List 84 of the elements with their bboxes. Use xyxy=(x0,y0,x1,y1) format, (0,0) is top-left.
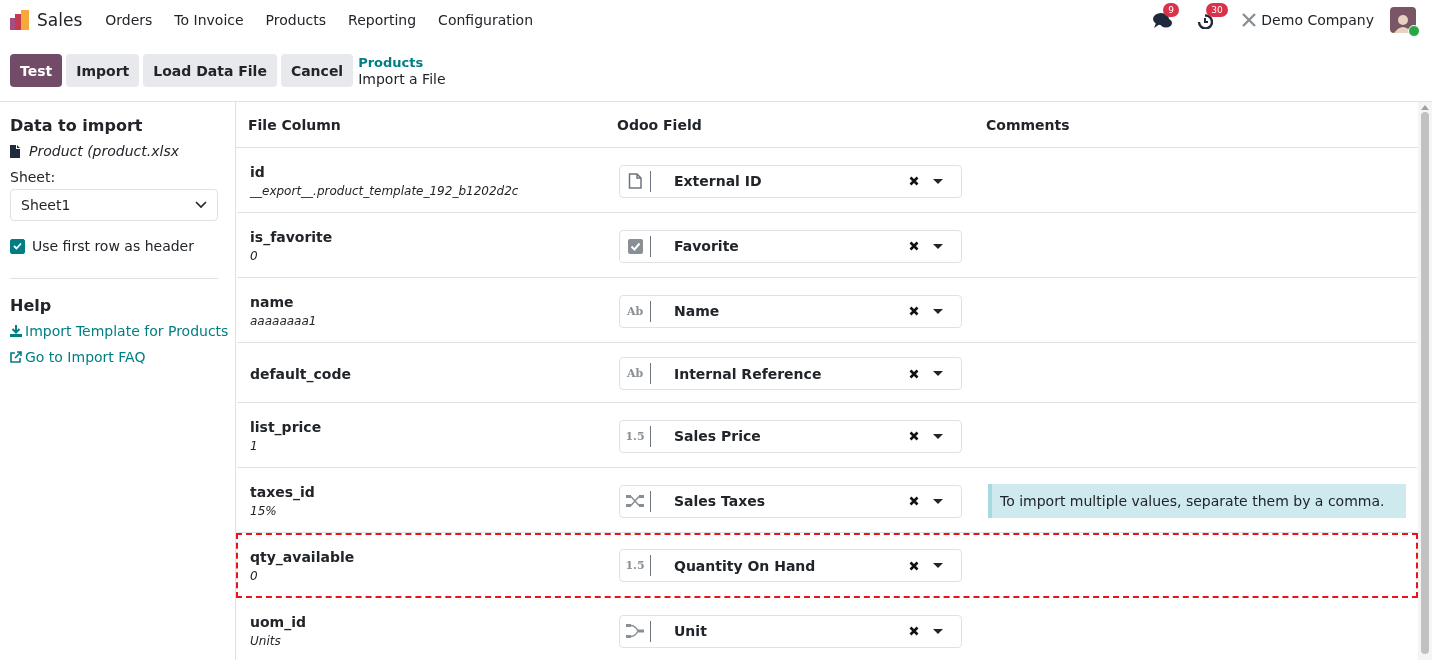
caret-down-icon xyxy=(933,371,943,376)
section-heading: Help xyxy=(10,296,53,315)
caret-down-icon xyxy=(933,563,943,568)
sample-value: 0 xyxy=(250,568,259,583)
header-checkbox[interactable] xyxy=(10,238,25,254)
menu-item[interactable]: Products xyxy=(254,12,338,28)
action-button[interactable]: Test xyxy=(10,54,63,87)
company-name[interactable]: Demo Company xyxy=(1261,12,1374,28)
action-button[interactable]: Load Data File xyxy=(143,54,277,87)
field-label: Sheet: xyxy=(10,169,57,185)
file-column-name: name xyxy=(250,294,295,310)
file-column-name: id xyxy=(250,164,266,180)
breadcrumb-link[interactable]: Products xyxy=(358,54,446,71)
download-icon xyxy=(10,325,22,337)
field-type-icon: 1.5 xyxy=(625,429,645,443)
sample-value: 15% xyxy=(250,504,278,518)
clear-icon[interactable] xyxy=(909,626,919,636)
clear-icon[interactable] xyxy=(909,306,919,316)
field-select[interactable]: Ab Internal Reference xyxy=(619,357,962,390)
checkmark-icon xyxy=(13,242,22,250)
clear-icon[interactable] xyxy=(909,560,919,571)
field-select[interactable]: External ID xyxy=(619,164,962,198)
scrollbar[interactable] xyxy=(1418,102,1432,660)
field-type-icon: Ab xyxy=(626,304,644,318)
sample-value: __export__.product_template_192_b1202d2c xyxy=(250,184,520,198)
file-column-name: is_favorite xyxy=(250,229,334,245)
comment-note: To import multiple values, separate them by a comma. xyxy=(988,484,1406,518)
field-select[interactable]: 1.5 Sales Price xyxy=(619,419,962,453)
field-type-icon: Ab xyxy=(626,367,644,380)
caret-down-icon xyxy=(933,433,943,439)
clear-icon[interactable] xyxy=(909,176,919,186)
chevron-down-icon xyxy=(195,201,207,209)
checkbox-label: Use first row as header xyxy=(32,238,194,254)
field-select[interactable]: 1.5 Quantity On Hand xyxy=(619,549,962,582)
action-button[interactable]: Import xyxy=(66,54,140,87)
menu-item[interactable]: To Invoice xyxy=(163,12,255,28)
sheet-select[interactable]: Sheet1 xyxy=(10,189,218,221)
sample-value: 1 xyxy=(250,439,259,453)
clear-icon[interactable] xyxy=(909,241,919,251)
crossed-link-icon xyxy=(626,493,644,509)
file-column-name: uom_id xyxy=(250,614,307,630)
app-name[interactable]: Sales xyxy=(37,10,83,30)
clock-icon xyxy=(1196,11,1214,29)
caret-down-icon xyxy=(933,243,943,249)
file-column-name: qty_available xyxy=(250,548,356,565)
clear-icon[interactable] xyxy=(909,431,919,441)
field-type-icon: 1.5 xyxy=(625,559,645,572)
file-column-name: list_price xyxy=(250,419,323,435)
column-header: Odoo Field xyxy=(617,116,703,133)
caret-down-icon xyxy=(933,628,943,634)
checkbox-icon xyxy=(627,238,643,254)
menu-item[interactable]: Configuration xyxy=(427,12,545,28)
caret-down-icon xyxy=(933,498,943,504)
menu-item[interactable]: Reporting xyxy=(337,12,428,28)
file-column-name: taxes_id xyxy=(250,484,316,500)
sample-value: 0 xyxy=(250,249,259,263)
page-title: Import a File xyxy=(358,70,446,87)
sample-value: Units xyxy=(250,634,282,648)
field-select[interactable]: Ab Name xyxy=(619,294,962,328)
sample-value: aaaaaaaa1 xyxy=(250,314,318,328)
help-link[interactable]: Import Template for Products xyxy=(25,323,229,339)
menu-item[interactable]: Orders xyxy=(94,12,164,28)
scroll-up-icon xyxy=(1421,105,1429,110)
app-logo-icon xyxy=(10,10,29,30)
activity-count-badge: 30 xyxy=(1206,2,1228,17)
file-icon xyxy=(10,144,20,158)
action-button[interactable]: Cancel xyxy=(280,54,354,87)
help-link[interactable]: Go to Import FAQ xyxy=(25,349,146,365)
field-select[interactable]: Sales Taxes xyxy=(619,484,962,518)
message-count-badge: 9 xyxy=(1163,2,1180,17)
section-heading: Data to import xyxy=(10,116,144,135)
field-select[interactable]: Unit xyxy=(619,614,962,648)
column-header: File Column xyxy=(248,116,342,133)
file-icon xyxy=(627,173,643,189)
merge-icon xyxy=(626,623,644,639)
file-name: Product (product.xlsx xyxy=(29,143,179,159)
clear-icon[interactable] xyxy=(909,496,919,506)
caret-down-icon xyxy=(933,178,943,184)
file-column-name: default_code xyxy=(250,365,352,382)
clear-icon[interactable] xyxy=(909,368,919,379)
external-link-icon xyxy=(10,351,22,363)
column-header: Comments xyxy=(986,116,1071,133)
field-select[interactable]: Favorite xyxy=(619,229,962,263)
caret-down-icon xyxy=(933,308,943,314)
